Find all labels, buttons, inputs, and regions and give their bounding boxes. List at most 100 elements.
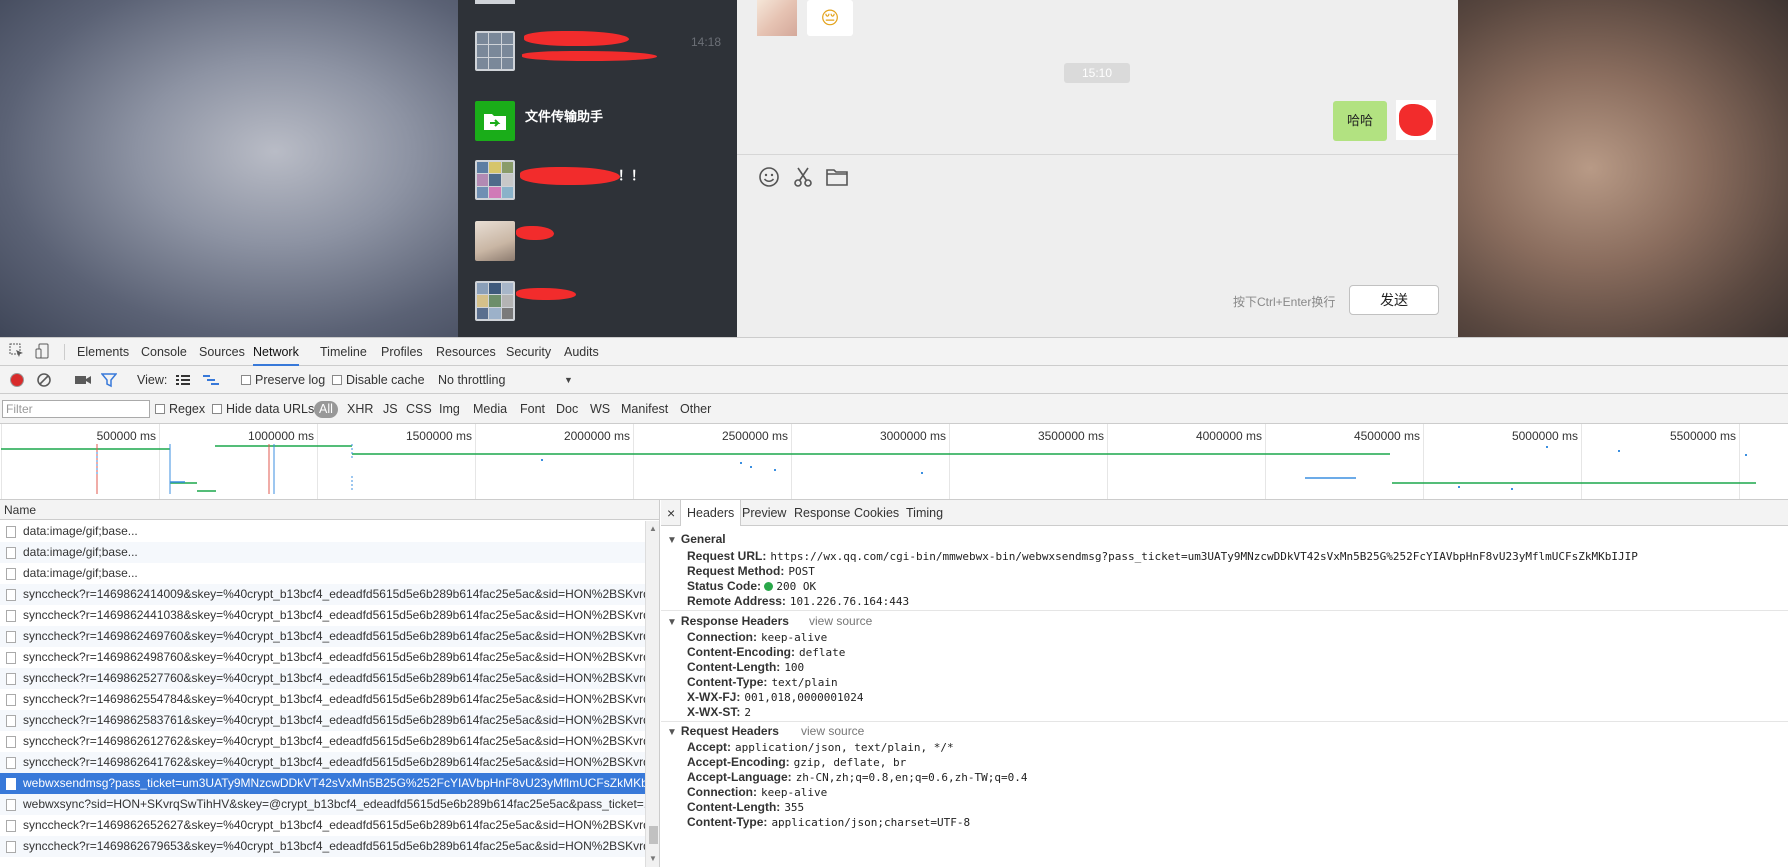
screenshot-scissors-icon[interactable] bbox=[791, 165, 815, 189]
tab-sources[interactable]: Sources bbox=[199, 338, 245, 366]
tab-headers[interactable]: Headers bbox=[680, 500, 742, 526]
type-filter-other[interactable]: Other bbox=[680, 394, 711, 424]
type-filter-font[interactable]: Font bbox=[520, 394, 545, 424]
tab-audits[interactable]: Audits bbox=[564, 338, 599, 366]
header-row: Accept-Language: zh-CN,zh;q=0.8,en;q=0.6,… bbox=[687, 770, 1027, 784]
header-key: Content-Encoding: bbox=[687, 645, 795, 659]
chat-item-file-transfer[interactable]: 文件传输助手 bbox=[458, 90, 737, 150]
redaction-mark bbox=[524, 31, 629, 46]
tab-response[interactable]: Response bbox=[794, 500, 850, 526]
request-list-scrollbar[interactable]: ▲ ▼ bbox=[645, 521, 659, 867]
type-filter-ws[interactable]: WS bbox=[590, 394, 610, 424]
request-view-source-link[interactable]: view source bbox=[801, 724, 864, 738]
request-url-value: https://wx.qq.com/cgi-bin/mmwebwx-bin/we… bbox=[770, 550, 1638, 563]
inspect-element-icon[interactable] bbox=[9, 343, 27, 361]
network-overview-timeline[interactable]: 500000 ms 1000000 ms 1500000 ms 2000000 … bbox=[0, 424, 1788, 500]
chat-time: 14:18 bbox=[690, 35, 721, 49]
emoji-icon[interactable] bbox=[757, 165, 781, 189]
chat-item-group-2[interactable]: ！！ bbox=[458, 149, 737, 209]
tab-network[interactable]: Network bbox=[253, 338, 299, 366]
capture-screenshots-icon[interactable] bbox=[74, 372, 92, 390]
request-row[interactable]: data:image/gif;base... bbox=[0, 563, 645, 584]
send-button[interactable]: 发送 bbox=[1349, 285, 1439, 315]
type-filter-js[interactable]: JS bbox=[383, 394, 398, 424]
request-row[interactable]: synccheck?r=1469862679653&skey=%40crypt_… bbox=[0, 836, 645, 857]
filter-icon[interactable] bbox=[100, 372, 119, 390]
clear-icon[interactable] bbox=[36, 372, 54, 390]
request-row[interactable]: data:image/gif;base... bbox=[0, 542, 645, 563]
tab-timeline[interactable]: Timeline bbox=[320, 338, 367, 366]
request-row[interactable]: data:image/gif;base... bbox=[0, 521, 645, 542]
request-row[interactable]: webwxsendmsg?pass_ticket=um3UATy9MNzcwDD… bbox=[0, 773, 645, 794]
record-icon[interactable] bbox=[9, 372, 27, 390]
type-filter-css[interactable]: CSS bbox=[406, 394, 432, 424]
scroll-down-arrow[interactable]: ▼ bbox=[649, 854, 657, 863]
received-image[interactable] bbox=[757, 0, 797, 36]
request-method-row: Request Method: POST bbox=[687, 564, 815, 578]
device-mode-icon[interactable] bbox=[35, 343, 53, 361]
tab-timing[interactable]: Timing bbox=[906, 500, 943, 526]
file-icon bbox=[6, 841, 16, 853]
devtools-tabbar: Elements Console Sources Network Timelin… bbox=[0, 338, 1788, 366]
status-ok-dot-icon bbox=[764, 582, 774, 591]
folder-icon[interactable] bbox=[825, 165, 849, 189]
file-icon bbox=[6, 589, 16, 601]
type-filter-doc[interactable]: Doc bbox=[556, 394, 578, 424]
request-row[interactable]: synccheck?r=1469862554784&skey=%40crypt_… bbox=[0, 689, 645, 710]
tab-resources[interactable]: Resources bbox=[436, 338, 496, 366]
file-icon bbox=[6, 631, 16, 643]
general-section-header[interactable]: ▼ General bbox=[667, 532, 726, 546]
filter-input[interactable]: Filter bbox=[2, 400, 150, 418]
tab-console[interactable]: Console bbox=[141, 338, 187, 366]
scroll-thumb[interactable] bbox=[649, 826, 658, 844]
type-filter-media[interactable]: Media bbox=[473, 394, 507, 424]
type-filter-img[interactable]: Img bbox=[439, 394, 460, 424]
tab-elements[interactable]: Elements bbox=[77, 338, 129, 366]
type-filter-manifest[interactable]: Manifest bbox=[621, 394, 668, 424]
group-avatar bbox=[475, 281, 515, 321]
type-filter-xhr[interactable]: XHR bbox=[347, 394, 373, 424]
file-icon bbox=[6, 610, 16, 622]
tab-profiles[interactable]: Profiles bbox=[381, 338, 423, 366]
type-filter-all[interactable]: All bbox=[314, 401, 338, 418]
overview-waterfall-icon[interactable] bbox=[202, 372, 220, 390]
request-row[interactable]: synccheck?r=1469862652627&skey=%40crypt_… bbox=[0, 815, 645, 836]
close-detail-icon[interactable]: × bbox=[667, 500, 675, 526]
preserve-log-checkbox[interactable]: Preserve log bbox=[241, 366, 325, 394]
response-view-source-link[interactable]: view source bbox=[809, 614, 872, 628]
request-name: synccheck?r=1469862679653&skey=%40crypt_… bbox=[23, 839, 645, 853]
response-headers-section-header[interactable]: ▼ Response Headers bbox=[667, 614, 789, 628]
request-row[interactable]: synccheck?r=1469862527760&skey=%40crypt_… bbox=[0, 668, 645, 689]
request-row[interactable]: synccheck?r=1469862469760&skey=%40crypt_… bbox=[0, 626, 645, 647]
request-row[interactable]: synccheck?r=1469862498760&skey=%40crypt_… bbox=[0, 647, 645, 668]
desktop-area: 14:18 文件传输助手 ！！ 😔 15:10 哈哈 按下Ctrl+Enter换… bbox=[0, 0, 1788, 337]
chat-item-contact[interactable] bbox=[458, 210, 737, 270]
regex-checkbox[interactable]: Regex bbox=[155, 395, 205, 423]
remote-address-row: Remote Address: 101.226.76.164:443 bbox=[687, 594, 910, 608]
redaction-mark bbox=[516, 288, 576, 300]
request-row[interactable]: synccheck?r=1469862641762&skey=%40crypt_… bbox=[0, 752, 645, 773]
chat-item-group-1[interactable]: 14:18 bbox=[458, 20, 737, 80]
request-row[interactable]: synccheck?r=1469862441038&skey=%40crypt_… bbox=[0, 605, 645, 626]
request-name: data:image/gif;base... bbox=[23, 545, 138, 559]
request-list: Name data:image/gif;base... data:image/gi… bbox=[0, 500, 660, 867]
request-row[interactable]: synccheck?r=1469862583761&skey=%40crypt_… bbox=[0, 710, 645, 731]
tab-security[interactable]: Security bbox=[506, 338, 551, 366]
request-row[interactable]: webwxsync?sid=HON+SKvrqSwTihHV&skey=@cry… bbox=[0, 794, 645, 815]
name-column-header[interactable]: Name bbox=[0, 500, 659, 520]
header-row: Accept: application/json, text/plain, */* bbox=[687, 740, 954, 754]
chat-item-group-3[interactable] bbox=[458, 270, 737, 330]
large-rows-icon[interactable] bbox=[175, 372, 193, 390]
collapse-triangle-icon: ▼ bbox=[667, 617, 677, 628]
tab-cookies[interactable]: Cookies bbox=[854, 500, 899, 526]
header-value: keep-alive bbox=[761, 786, 828, 799]
hide-data-urls-checkbox[interactable]: Hide data URLs bbox=[212, 395, 314, 423]
file-icon bbox=[6, 736, 16, 748]
request-row[interactable]: synccheck?r=1469862414009&skey=%40crypt_… bbox=[0, 584, 645, 605]
scroll-up-arrow[interactable]: ▲ bbox=[649, 524, 657, 533]
request-headers-section-header[interactable]: ▼ Request Headers bbox=[667, 724, 779, 738]
request-row[interactable]: synccheck?r=1469862612762&skey=%40crypt_… bbox=[0, 731, 645, 752]
disable-cache-checkbox[interactable]: Disable cache bbox=[332, 366, 425, 394]
throttling-select[interactable]: No throttling ▼ bbox=[438, 366, 578, 394]
tab-preview[interactable]: Preview bbox=[742, 500, 786, 526]
